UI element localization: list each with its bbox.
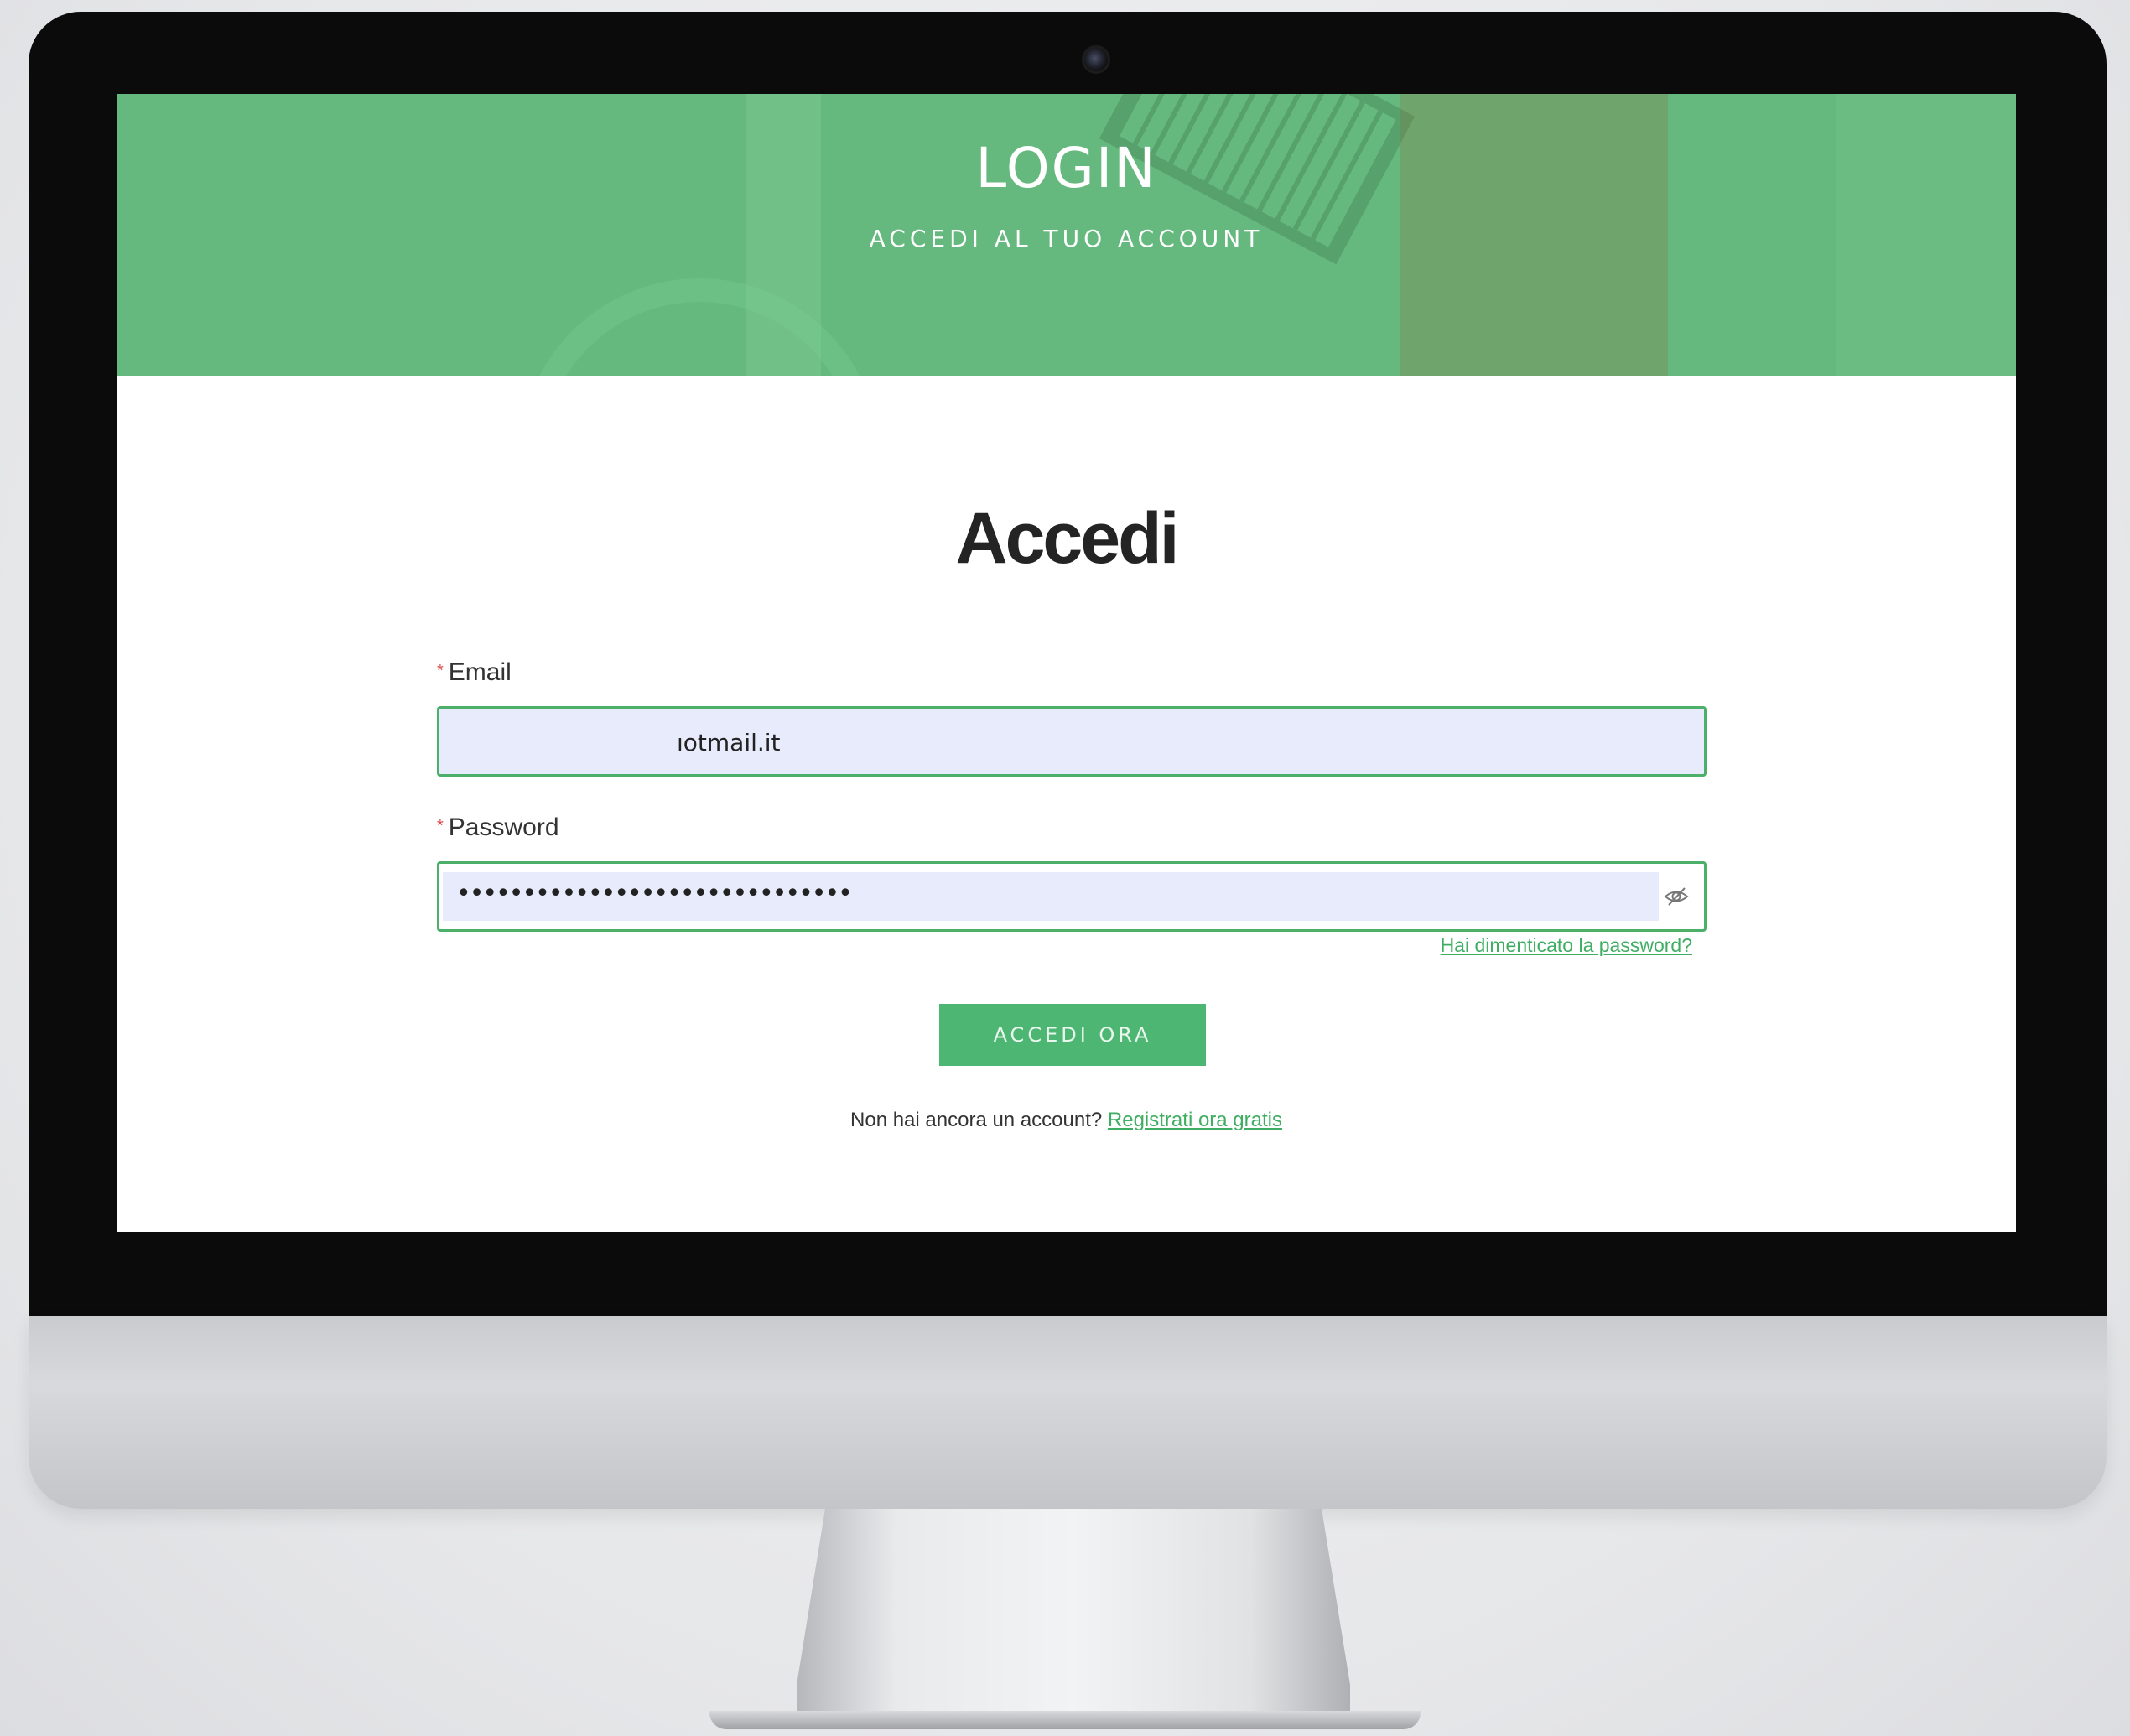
password-field[interactable]: •••••••••••••••••••••••••••••• xyxy=(437,861,1707,932)
signup-link[interactable]: Registrati ora gratis xyxy=(1108,1109,1282,1131)
login-submit-button[interactable]: ACCEDI ORA xyxy=(939,1004,1206,1066)
required-marker: * xyxy=(437,662,444,680)
form-heading-wrap: Accedi xyxy=(117,496,2016,580)
eye-slash-icon[interactable] xyxy=(1664,886,1689,907)
camera-icon xyxy=(1082,45,1110,74)
monitor-chin xyxy=(29,1316,2107,1509)
hero-subtitle: ACCEDI AL TUO ACCOUNT xyxy=(869,225,1264,252)
email-field[interactable]: ıotmail.it xyxy=(437,706,1707,777)
hero-banner: LOGIN ACCEDI AL TUO ACCOUNT xyxy=(117,94,2016,376)
login-page: LOGIN ACCEDI AL TUO ACCOUNT Accedi * Emai… xyxy=(117,94,2016,1232)
hero-background-shape xyxy=(519,278,880,376)
forgot-password-link[interactable]: Hai dimenticato la password? xyxy=(1441,934,1692,957)
email-value: ıotmail.it xyxy=(677,729,781,756)
hero-title: LOGIN xyxy=(975,136,1157,200)
password-label-text: Password xyxy=(448,813,559,841)
signup-prompt: Non hai ancora un account? xyxy=(850,1109,1103,1131)
monitor-mockup: LOGIN ACCEDI AL TUO ACCOUNT Accedi * Emai… xyxy=(0,0,2130,1736)
monitor-stand xyxy=(797,1509,1350,1718)
monitor-foot xyxy=(709,1711,1421,1729)
email-label: * Email xyxy=(437,658,512,687)
required-marker: * xyxy=(437,817,444,835)
email-label-text: Email xyxy=(448,658,512,686)
password-label: * Password xyxy=(437,813,559,842)
signup-row: Non hai ancora un account? Registrati or… xyxy=(117,1109,2016,1132)
password-value: •••••••••••••••••••••••••••••• xyxy=(456,879,853,908)
form-heading: Accedi xyxy=(955,498,1180,580)
